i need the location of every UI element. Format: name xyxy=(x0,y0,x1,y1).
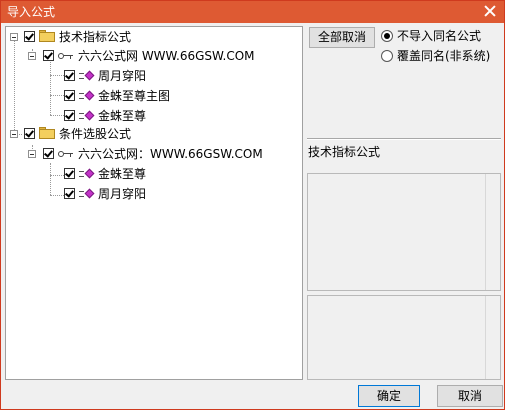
folder-icon xyxy=(39,30,55,42)
collapse-icon[interactable] xyxy=(10,33,18,41)
node-checkbox[interactable] xyxy=(64,110,75,121)
tree-node-folder[interactable]: 技术指标公式 xyxy=(6,28,302,46)
node-checkbox[interactable] xyxy=(64,168,75,179)
tree-node-label: 周月穿阳 xyxy=(98,187,147,201)
formula-info-box[interactable] xyxy=(307,173,501,291)
key-icon xyxy=(58,51,74,61)
folder-icon xyxy=(39,127,55,139)
deselect-all-button[interactable]: 全部取消 xyxy=(309,27,375,48)
overwrite-same-radio[interactable] xyxy=(381,50,393,62)
close-icon[interactable] xyxy=(482,3,498,19)
formula-icon xyxy=(79,168,95,180)
collapse-icon[interactable] xyxy=(28,52,36,60)
tree-node-formula[interactable]: 金蛛至尊 xyxy=(6,165,302,183)
overwrite-same-label: 覆盖同名(非系统) xyxy=(397,49,491,63)
tree-node-label: 金蛛至尊主图 xyxy=(98,89,171,103)
tree-node-formula[interactable]: 周月穿阳 xyxy=(6,185,302,203)
dialog-title: 导入公式 xyxy=(7,5,56,19)
node-checkbox[interactable] xyxy=(64,188,75,199)
collapse-icon[interactable] xyxy=(28,150,36,158)
no-import-same-label: 不导入同名公式 xyxy=(397,29,482,43)
key-icon xyxy=(58,149,74,159)
tree-node-label: 六六公式网：WWW.66GSW.COM xyxy=(78,147,263,161)
tree-node-label: 金蛛至尊 xyxy=(98,109,147,123)
tree-node-label: 六六公式网 WWW.66GSW.COM xyxy=(78,49,255,63)
import-formula-dialog: 导入公式 技术指标公式 六六公式网 WWW.66GSW.COM 周月穿阳 金蛛至… xyxy=(0,0,505,410)
node-checkbox[interactable] xyxy=(64,70,75,81)
ok-button[interactable]: 确定 xyxy=(358,385,420,407)
scrollbar[interactable] xyxy=(485,174,500,290)
formula-icon xyxy=(79,70,95,82)
no-import-same-radio[interactable] xyxy=(381,30,393,42)
formula-note-box[interactable] xyxy=(307,295,501,380)
formula-icon xyxy=(79,110,95,122)
node-checkbox[interactable] xyxy=(43,50,54,61)
formula-tree[interactable]: 技术指标公式 六六公式网 WWW.66GSW.COM 周月穿阳 金蛛至尊主图 金… xyxy=(5,26,303,380)
tree-node-folder[interactable]: 条件选股公式 xyxy=(6,125,302,143)
tree-node-group[interactable]: 六六公式网：WWW.66GSW.COM xyxy=(6,145,302,163)
tree-node-formula[interactable]: 周月穿阳 xyxy=(6,67,302,85)
tree-node-label: 周月穿阳 xyxy=(98,69,147,83)
node-checkbox[interactable] xyxy=(43,148,54,159)
tree-node-formula[interactable]: 金蛛至尊主图 xyxy=(6,87,302,105)
node-checkbox[interactable] xyxy=(24,31,35,42)
divider xyxy=(307,138,501,140)
node-checkbox[interactable] xyxy=(64,90,75,101)
scrollbar[interactable] xyxy=(485,296,500,379)
cancel-button[interactable]: 取消 xyxy=(437,385,503,407)
formula-icon xyxy=(79,90,95,102)
collapse-icon[interactable] xyxy=(10,130,18,138)
detail-section-title: 技术指标公式 xyxy=(308,145,381,159)
title-bar[interactable]: 导入公式 xyxy=(1,1,504,23)
node-checkbox[interactable] xyxy=(24,128,35,139)
tree-node-label: 技术指标公式 xyxy=(59,30,132,44)
tree-node-formula[interactable]: 金蛛至尊 xyxy=(6,107,302,125)
formula-icon xyxy=(79,188,95,200)
tree-node-label: 金蛛至尊 xyxy=(98,167,147,181)
tree-node-label: 条件选股公式 xyxy=(59,127,132,141)
tree-node-group[interactable]: 六六公式网 WWW.66GSW.COM xyxy=(6,47,302,65)
